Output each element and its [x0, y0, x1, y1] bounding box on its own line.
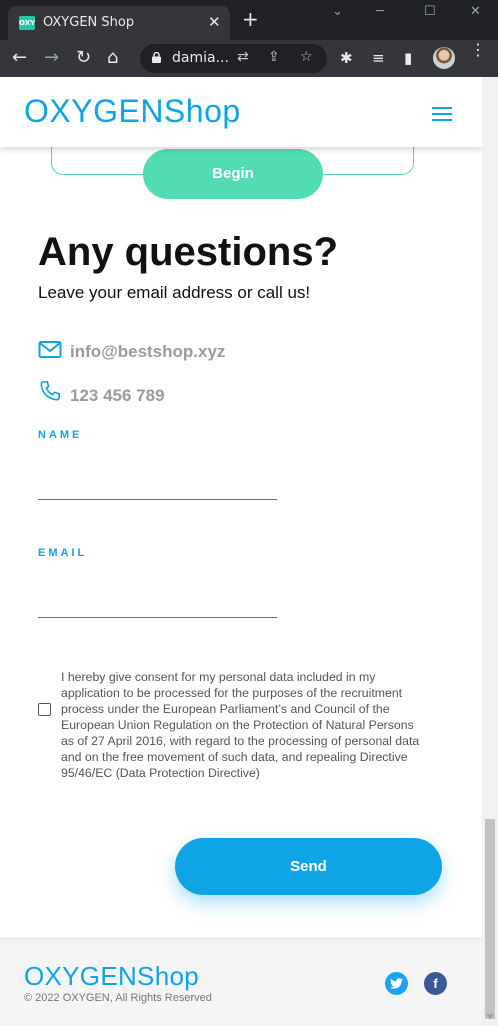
contact-email[interactable]: info@bestshop.xyz [70, 342, 225, 362]
tab-title: OXYGEN Shop [43, 15, 135, 30]
consent-checkbox[interactable] [38, 703, 51, 716]
extensions-icon[interactable]: ✱ [340, 48, 353, 68]
footer-logo[interactable]: OXYGENShop [24, 961, 199, 992]
reload-icon[interactable]: ↻ [76, 48, 91, 68]
facebook-icon[interactable]: f [424, 972, 447, 995]
scroll-down-arrow-icon[interactable] [486, 1014, 494, 1019]
name-underline [38, 499, 277, 500]
contact-phone[interactable]: 123 456 789 [70, 386, 165, 406]
minimize-button[interactable]: ─ [376, 4, 384, 19]
address-bar[interactable]: damia... ⇄ ⇪ ☆ [140, 44, 327, 73]
new-tab-button[interactable]: + [242, 9, 259, 29]
hamburger-icon[interactable] [432, 107, 452, 121]
email-label: EMAIL [38, 547, 88, 559]
scrollbar-thumb[interactable] [485, 819, 495, 1019]
side-panel-icon[interactable]: ▮ [404, 48, 412, 68]
begin-button[interactable]: Begin [143, 149, 323, 199]
back-icon[interactable]: ← [12, 48, 27, 68]
questions-title: Any questions? [38, 230, 339, 274]
email-underline [38, 617, 277, 618]
translate-icon[interactable]: ⇄ [237, 49, 249, 65]
questions-subtitle: Leave your email address or call us! [38, 283, 311, 302]
browser-tab[interactable]: OXY OXYGEN Shop ✕ [8, 6, 230, 40]
forward-icon[interactable]: → [44, 48, 59, 68]
favicon-icon: OXY [19, 16, 35, 30]
consent-text: I hereby give consent for my personal da… [61, 670, 420, 780]
maximize-button[interactable]: ☐ [424, 4, 436, 19]
phone-icon [40, 381, 60, 401]
name-label: NAME [38, 429, 83, 441]
tab-close-icon[interactable]: ✕ [208, 13, 221, 31]
site-footer: OXYGENShop © 2022 OXYGEN, All Rights Res… [0, 938, 482, 1026]
browser-toolbar: ← → ↻ ⌂ damia... ⇄ ⇪ ☆ ✱ ≡ ▮ ⋮ [0, 40, 498, 77]
twitter-icon[interactable] [385, 972, 408, 995]
site-header: OXYGENShop [0, 77, 482, 147]
mail-icon [38, 341, 62, 358]
bookmark-star-icon[interactable]: ☆ [300, 49, 313, 65]
page-scrollbar[interactable] [482, 77, 498, 1026]
more-menu-icon[interactable]: ⋮ [470, 42, 486, 58]
home-icon[interactable]: ⌂ [107, 48, 118, 68]
browser-tab-bar: OXY OXYGEN Shop ✕ + ⌄ ─ ☐ ✕ [0, 0, 498, 40]
media-queue-icon[interactable]: ≡ [372, 48, 385, 68]
close-window-button[interactable]: ✕ [470, 4, 481, 19]
share-icon[interactable]: ⇪ [268, 49, 280, 65]
tab-search-icon[interactable]: ⌄ [332, 4, 343, 19]
page-viewport: Begin OXYGENShop Any questions? Leave yo… [0, 77, 482, 1026]
url-text: damia... [172, 50, 229, 66]
name-input[interactable] [38, 469, 277, 497]
email-input[interactable] [38, 587, 277, 615]
copyright-text: © 2022 OXYGEN, All Rights Reserved [24, 992, 212, 1004]
site-logo[interactable]: OXYGENShop [24, 93, 241, 130]
lock-icon [152, 52, 161, 63]
send-button[interactable]: Send [175, 838, 442, 895]
profile-avatar[interactable] [433, 47, 455, 69]
